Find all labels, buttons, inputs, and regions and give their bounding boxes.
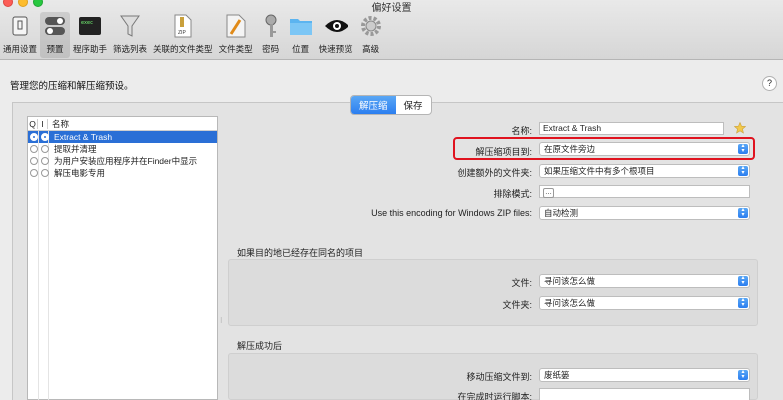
name-field[interactable]: Extract & Trash [539, 122, 724, 135]
q-radio[interactable] [30, 145, 38, 153]
toolbar-quicklook[interactable]: 快速预览 [316, 12, 356, 58]
key-icon [259, 13, 283, 39]
q-radio[interactable] [30, 133, 38, 141]
star-icon[interactable] [734, 122, 746, 134]
toolbar-file-types[interactable]: 文件类型 [216, 12, 256, 58]
toolbar-label: 密码 [262, 44, 280, 54]
toolbar-label: 预置 [46, 44, 64, 54]
toolbar-presets[interactable]: 预置 [40, 12, 71, 58]
chevron-updown-icon: ▴ ▾ [738, 165, 748, 176]
exclude-field[interactable]: … [539, 185, 750, 198]
preset-name: 为用户安装应用程序并在Finder中显示 [54, 156, 198, 166]
toolbar-location[interactable]: 位置 [286, 12, 316, 58]
file-label: 文件: [511, 278, 532, 288]
preset-list[interactable]: Q I 名称 Extract & Trash 提取并清理 为用户安装应用程序并在… [27, 116, 218, 400]
preset-list-header: Q I 名称 [28, 117, 217, 131]
column-header-q[interactable]: Q [28, 118, 38, 129]
i-radio[interactable] [41, 169, 49, 177]
list-item[interactable]: 提取并清理 [28, 143, 217, 155]
chevron-updown-icon: ▴ ▾ [738, 369, 748, 380]
name-label: 名称: [511, 126, 532, 136]
i-radio[interactable] [41, 157, 49, 165]
existing-group [228, 259, 758, 326]
folder-conflict-select[interactable]: 寻问该怎么做 ▴ ▾ [539, 296, 750, 310]
column-header-name[interactable]: 名称 [48, 118, 69, 130]
toolbar-general[interactable]: 通用设置 [0, 12, 40, 58]
encoding-label: Use this encoding for Windows ZIP files: [371, 208, 532, 218]
folder-icon [289, 13, 313, 39]
column-header-i[interactable]: I [38, 118, 48, 129]
toolbar-advanced[interactable]: 高级 [356, 12, 386, 58]
toolbar-label: 通用设置 [3, 44, 38, 54]
split-view-handle[interactable]: ⁝ [220, 316, 223, 325]
q-radio[interactable] [30, 157, 38, 165]
folder-label: 文件夹: [502, 300, 532, 310]
toolbar-label: 位置 [292, 44, 310, 54]
extract-to-label: 解压缩项目到: [475, 147, 532, 157]
encoding-value: 自动检测 [544, 208, 579, 218]
chevron-updown-icon: ▴ ▾ [738, 207, 748, 218]
exclude-label: 排除模式: [493, 189, 532, 199]
chevron-updown-icon: ▴ ▾ [738, 275, 748, 286]
extract-to-value: 在原文件旁边 [544, 144, 596, 154]
filter-icon [118, 13, 142, 39]
file-type-icon [224, 13, 248, 39]
toolbar-label: 高级 [362, 44, 380, 54]
help-button[interactable]: ? [762, 76, 777, 91]
create-folder-value: 如果压缩文件中有多个根项目 [544, 166, 655, 176]
create-folder-select[interactable]: 如果压缩文件中有多个根项目 ▴ ▾ [539, 164, 750, 178]
title-bar: 偏好设置 通用设置 预置 exec 程序助手 筛选列表 ZIP 关联的文件类型 … [0, 0, 783, 60]
chevron-updown-icon: ▴ ▾ [738, 297, 748, 308]
extract-to-select[interactable]: 在原文件旁边 ▴ ▾ [539, 142, 750, 156]
toolbar-filter[interactable]: 筛选列表 [110, 12, 150, 58]
success-section-title: 解压成功后 [237, 341, 283, 351]
svg-text:ZIP: ZIP [178, 30, 186, 36]
terminal-icon: exec [78, 13, 102, 39]
preset-name: Extract & Trash [54, 132, 113, 142]
list-item[interactable]: 解压电影专用 [28, 167, 217, 179]
file-conflict-value: 寻问该怎么做 [544, 276, 596, 286]
token[interactable]: … [543, 188, 554, 198]
encoding-select[interactable]: 自动检测 ▴ ▾ [539, 206, 750, 220]
list-item[interactable]: Extract & Trash [28, 131, 217, 143]
toolbar-label: 快速预览 [318, 44, 353, 54]
existing-section-title: 如果目的地已经存在同名的项目 [237, 248, 364, 258]
move-archive-select[interactable]: 废纸篓 ▴ ▾ [539, 368, 750, 382]
preset-name: 解压电影专用 [54, 168, 106, 178]
create-folder-label: 创建额外的文件夹: [457, 168, 532, 178]
column-divider [38, 131, 39, 400]
zip-file-icon: ZIP [171, 13, 195, 39]
toolbar-label: 关联的文件类型 [153, 44, 213, 54]
run-script-label: 在完成时运行脚本: [457, 392, 532, 400]
toolbar-password[interactable]: 密码 [256, 12, 286, 58]
general-icon [8, 13, 32, 39]
svg-text:exec: exec [81, 20, 93, 26]
move-archive-value: 废纸篓 [544, 370, 570, 380]
preset-name: 提取并清理 [54, 144, 97, 154]
file-conflict-select[interactable]: 寻问该怎么做 ▴ ▾ [539, 274, 750, 288]
tab-extract[interactable]: 解压缩 [351, 96, 396, 114]
eye-icon [324, 13, 348, 39]
toolbar-associated-types[interactable]: ZIP 关联的文件类型 [150, 12, 216, 58]
folder-conflict-value: 寻问该怎么做 [544, 298, 596, 308]
toolbar-label: 程序助手 [73, 44, 108, 54]
q-radio[interactable] [30, 169, 38, 177]
mode-tabs: 解压缩 保存 [350, 95, 432, 115]
toolbar: 通用设置 预置 exec 程序助手 筛选列表 ZIP 关联的文件类型 文件类型 … [0, 12, 386, 58]
run-script-field[interactable] [539, 388, 750, 400]
toolbar-helper[interactable]: exec 程序助手 [70, 12, 110, 58]
toolbar-label: 文件类型 [218, 44, 253, 54]
list-item[interactable]: 为用户安装应用程序并在Finder中显示 [28, 155, 217, 167]
i-radio[interactable] [41, 145, 49, 153]
page-heading: 管理您的压缩和解压缩预设。 [10, 81, 134, 92]
toolbar-label: 筛选列表 [113, 44, 148, 54]
presets-icon [43, 13, 67, 39]
move-archive-label: 移动压缩文件到: [466, 372, 532, 382]
tab-save[interactable]: 保存 [396, 96, 431, 114]
gear-icon [359, 13, 383, 39]
i-radio[interactable] [41, 133, 49, 141]
chevron-updown-icon: ▴ ▾ [738, 143, 748, 154]
